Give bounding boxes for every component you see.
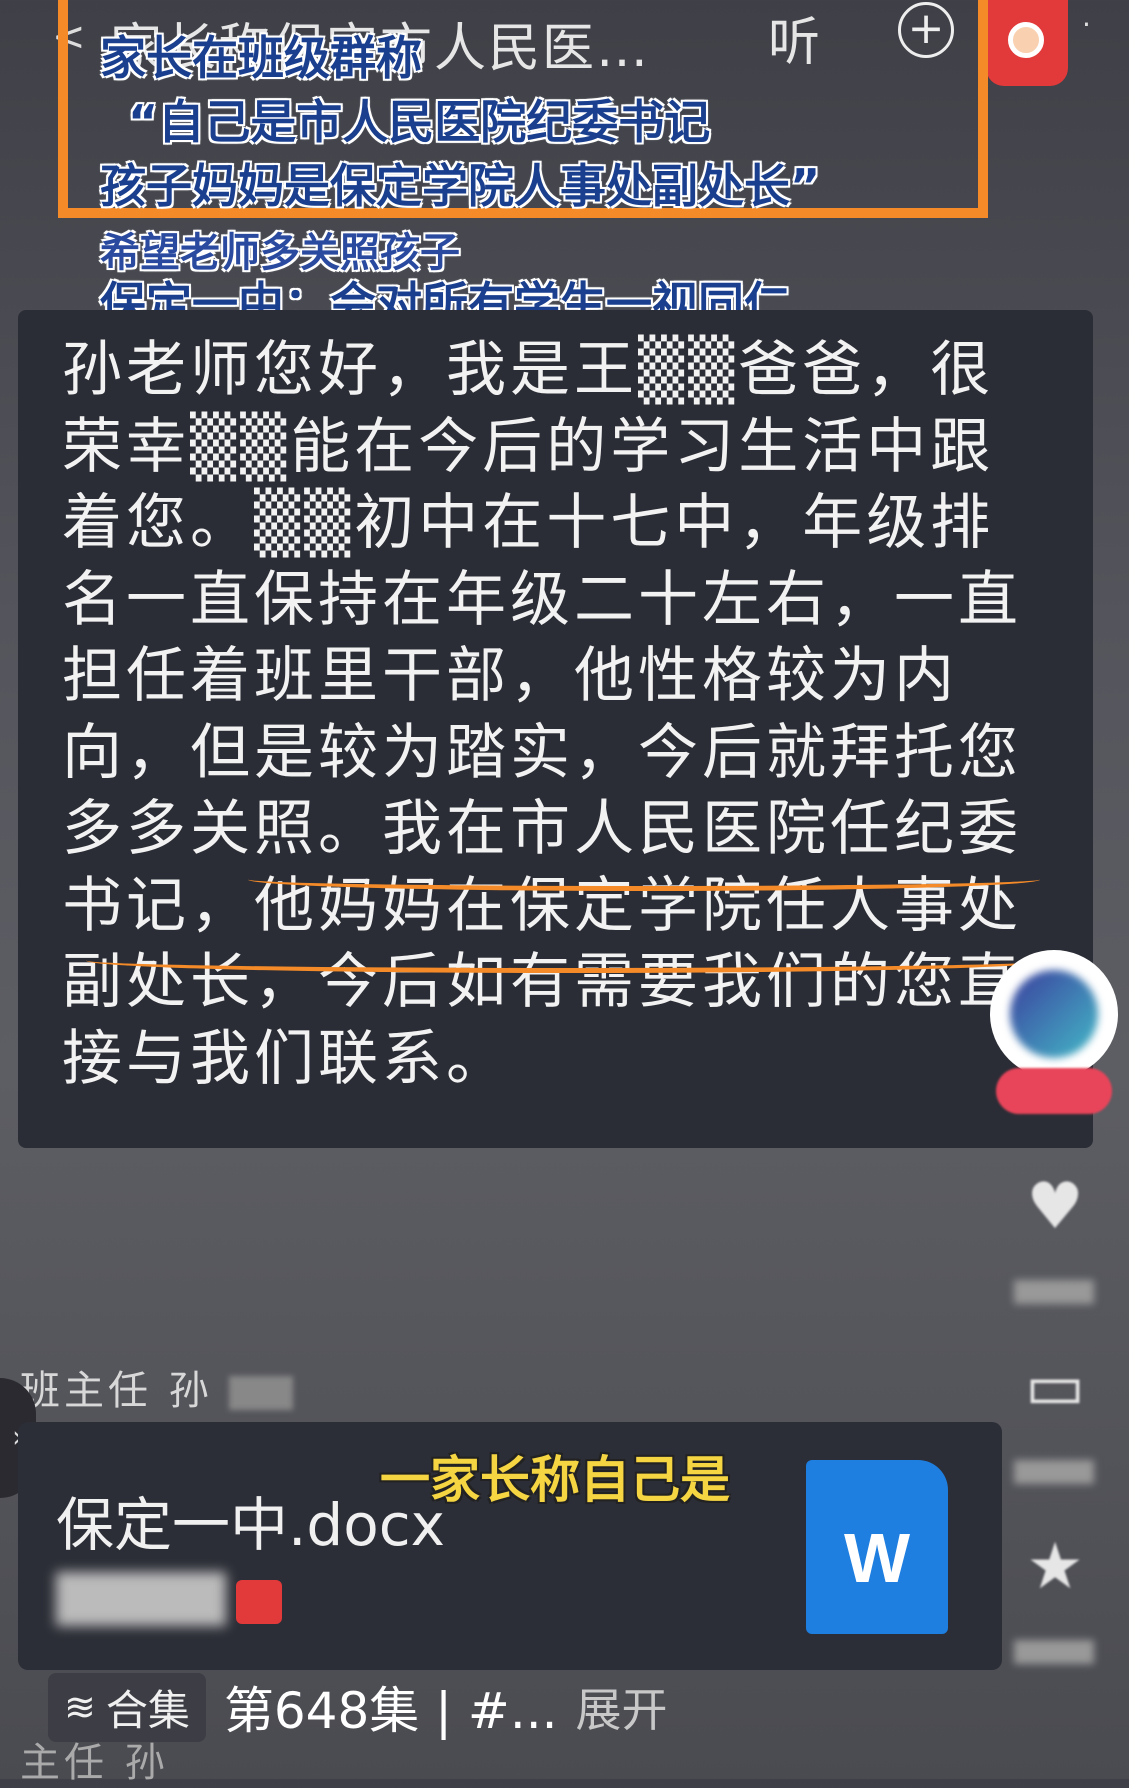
word-icon-letter: W [843,1519,911,1597]
follow-button[interactable] [996,1068,1112,1114]
blurred-name [229,1376,294,1410]
comment-icon[interactable]: ▭ [1010,1350,1100,1424]
comment-count [1014,1460,1094,1484]
star-icon[interactable]: ★ [1010,1530,1100,1604]
heart-icon[interactable]: ♥ [1010,1170,1100,1244]
sender-name-secondary: 主任 孙 [20,1740,169,1786]
like-count [1014,1280,1094,1304]
message-bubble: 孙老师您好，我是王▒▒爸爸，很荣幸▒▒能在今后的学习生活中跟着您。▒▒初中在十七… [18,310,1093,1148]
blurred-file-size [56,1572,226,1626]
red-packet-icon[interactable] [986,0,1068,86]
expand-link[interactable]: 展开 [576,1674,668,1740]
episode-label[interactable]: 第648集 | #... [224,1671,558,1743]
headline-line-2: “自己是市人民医院纪委书记 [128,95,711,149]
sender-name: 班主任 孙 [20,1358,294,1416]
collection-label: 合集 [105,1685,190,1735]
favorite-count [1014,1640,1094,1664]
highlight-underline-2 [86,948,1056,973]
sender-label: 班主任 孙 [20,1368,213,1414]
headline-line-1: 家长在班级群称 [100,31,422,85]
more-icon[interactable]: · [1082,8,1091,41]
word-document-icon: W [806,1460,948,1634]
layers-icon: ≋ [64,1685,96,1729]
video-caption: 一家长称自己是 [380,1451,730,1509]
red-badge [236,1580,282,1624]
avatar[interactable] [990,950,1118,1078]
message-text: 孙老师您好，我是王▒▒爸爸，很荣幸▒▒能在今后的学习生活中跟着您。▒▒初中在十七… [62,335,1022,1094]
headline-line-3: 孩子妈妈是保定学院人事处副处长” [100,159,821,213]
highlight-underline-1 [248,868,1040,891]
